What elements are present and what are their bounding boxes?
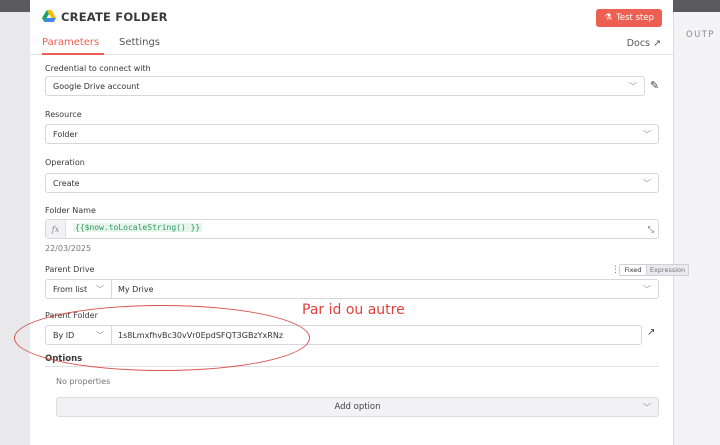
folder-name-expression-input[interactable]: fx {{$now.toLocaleString() }} ⤡	[45, 219, 659, 239]
chevron-down-icon: ﹀	[643, 179, 651, 188]
credential-value: Google Drive account	[53, 81, 140, 91]
folder-name-label: Folder Name	[45, 206, 96, 215]
external-link-icon: ↗	[653, 38, 661, 49]
resource-select[interactable]: Folder ﹀	[45, 124, 659, 144]
tab-parameters[interactable]: Parameters	[42, 37, 99, 48]
top-bar	[0, 0, 30, 12]
docs-link[interactable]: Docs ↗	[627, 38, 661, 49]
annotation-ellipse	[14, 305, 310, 371]
chevron-down-icon: ﹀	[643, 403, 651, 412]
output-panel-title: OUTP	[686, 30, 715, 40]
toggle-fixed[interactable]: Fixed	[620, 265, 647, 275]
node-title: CREATE FOLDER	[61, 10, 168, 24]
toggle-expression[interactable]: Expression	[647, 265, 688, 275]
add-option-label: Add option	[334, 402, 381, 412]
parent-drive-value: My Drive	[118, 284, 154, 294]
active-tab-indicator	[42, 53, 104, 55]
canvas-backdrop	[0, 12, 30, 445]
resource-value: Folder	[53, 129, 78, 139]
chevron-down-icon: ﹀	[96, 285, 104, 294]
parent-drive-mode: From list	[53, 284, 88, 294]
parent-drive-label: Parent Drive	[45, 265, 95, 274]
annotation-text: Par id ou autre	[302, 302, 405, 318]
pencil-icon[interactable]: ✎	[650, 79, 659, 92]
parent-drive-select[interactable]: My Drive ﹀	[112, 279, 659, 299]
top-bar	[673, 0, 720, 12]
chevron-down-icon: ﹀	[643, 285, 651, 294]
expand-editor-icon[interactable]: ⤡	[648, 225, 654, 235]
node-parameters-panel: CREATE FOLDER ⚗ Test step Parameters Set…	[14, 0, 689, 445]
fx-icon: fx	[46, 220, 66, 238]
credential-label: Credential to connect with	[45, 64, 151, 73]
operation-value: Create	[53, 178, 80, 188]
chevron-down-icon: ﹀	[629, 82, 637, 91]
flask-icon: ⚗	[604, 13, 613, 23]
open-external-icon[interactable]: ↗	[647, 327, 655, 338]
resource-label: Resource	[45, 110, 82, 119]
fixed-expression-toggle[interactable]: Fixed Expression	[619, 264, 689, 276]
operation-label: Operation	[45, 158, 85, 167]
tab-settings[interactable]: Settings	[119, 37, 160, 48]
output-panel	[673, 12, 720, 445]
test-step-button[interactable]: ⚗ Test step	[596, 9, 662, 27]
google-drive-icon	[42, 10, 56, 22]
expression-preview: 22/03/2025	[45, 244, 92, 253]
add-option-button[interactable]: Add option ﹀	[56, 397, 659, 417]
docs-label: Docs	[626, 38, 650, 49]
test-step-label: Test step	[616, 13, 654, 23]
operation-select[interactable]: Create ﹀	[45, 173, 659, 193]
expression-text: {{$now.toLocaleString() }}	[73, 223, 203, 232]
credential-select[interactable]: Google Drive account ﹀	[45, 76, 645, 96]
no-properties-text: No properties	[56, 377, 111, 386]
parent-drive-mode-select[interactable]: From list ﹀	[45, 279, 112, 299]
chevron-down-icon: ﹀	[643, 130, 651, 139]
tab-bar: Parameters Settings Docs ↗	[30, 34, 673, 55]
node-header: CREATE FOLDER ⚗ Test step	[30, 0, 673, 34]
